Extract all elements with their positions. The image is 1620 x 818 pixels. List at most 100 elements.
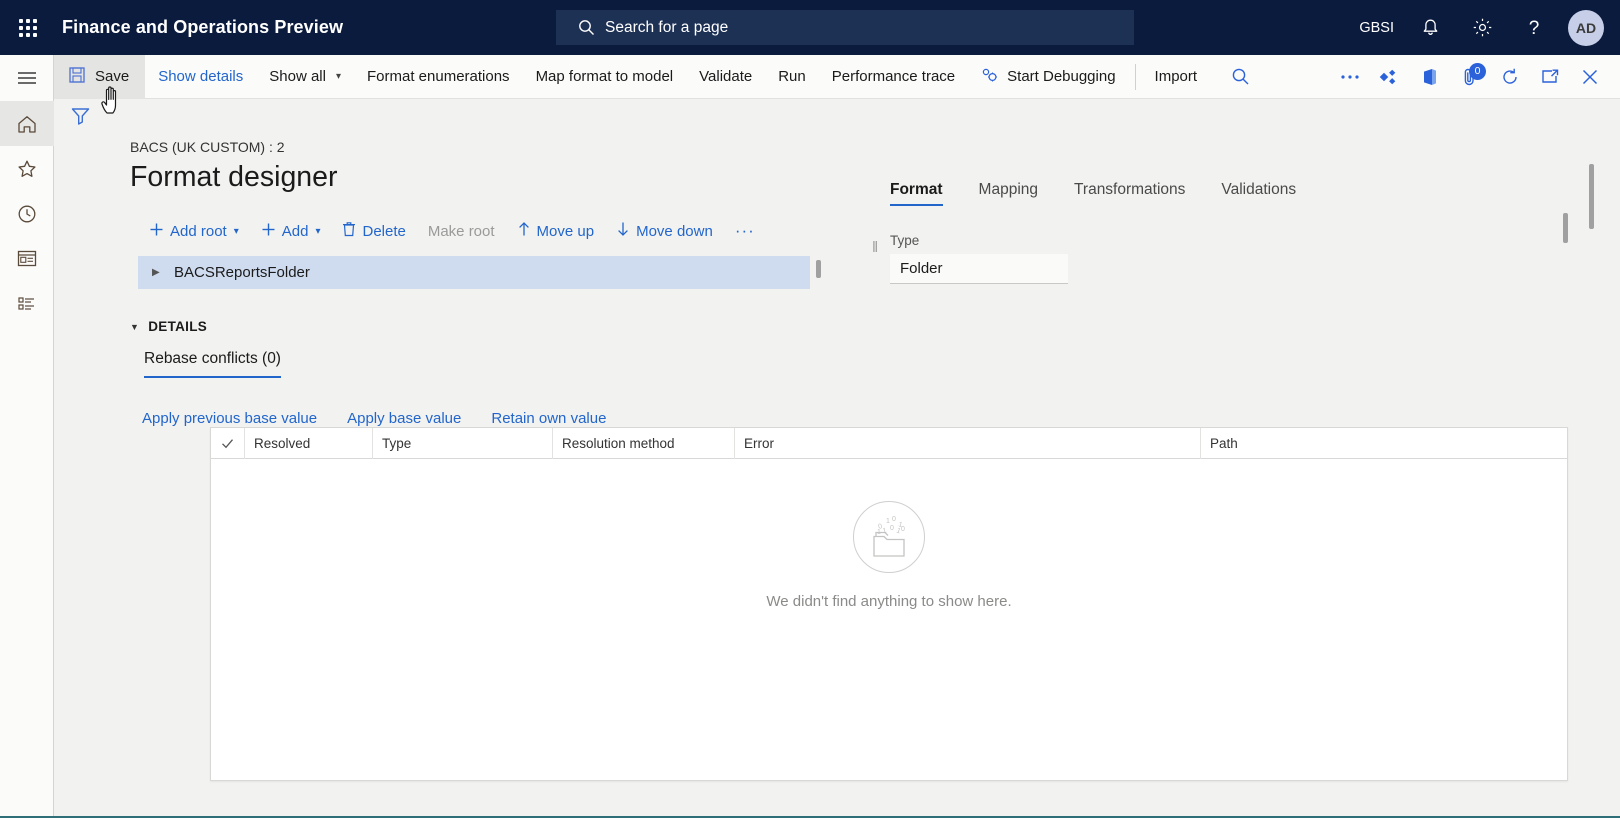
floppy-disk-icon [68, 66, 86, 88]
tab-transformations[interactable]: Transformations [1074, 181, 1199, 206]
command-bar: Save Show details Show all ▾ Format enum… [54, 54, 1620, 99]
filter-icon[interactable] [70, 106, 91, 130]
apply-base-value-link[interactable]: Apply base value [347, 410, 461, 427]
apply-previous-base-value-link[interactable]: Apply previous base value [142, 410, 317, 427]
move-down-button[interactable]: Move down [605, 216, 724, 246]
app-launcher-icon[interactable] [0, 0, 56, 55]
column-header-resolution-method[interactable]: Resolution method [553, 428, 735, 459]
performance-trace-button[interactable]: Performance trace [819, 55, 968, 99]
attachment-icon[interactable]: 0 [1450, 55, 1490, 99]
empty-folder-icon: 0 1 0 1 1 0 1 0 1 [853, 501, 925, 573]
page-content: BACS (UK CUSTOM) : 2 Format designer Add… [54, 99, 1620, 818]
add-button[interactable]: Add ▾ [250, 216, 332, 246]
bell-icon[interactable] [1404, 0, 1456, 55]
question-mark-icon[interactable]: ? [1508, 0, 1560, 55]
save-button[interactable]: Save [54, 54, 146, 99]
svg-text:1: 1 [882, 527, 887, 535]
show-all-label: Show all [269, 68, 326, 85]
designer-overflow-button[interactable]: ··· [724, 216, 766, 246]
rebase-conflicts-grid: Resolved Type Resolution method Error Pa… [210, 427, 1568, 781]
svg-text:1: 1 [886, 518, 890, 525]
gear-icon[interactable] [1456, 0, 1508, 55]
make-root-button[interactable]: Make root [417, 216, 506, 246]
sidebar-item-recent[interactable] [0, 191, 54, 236]
tab-format[interactable]: Format [890, 181, 957, 206]
app-title: Finance and Operations Preview [62, 17, 344, 37]
sidebar-item-home[interactable] [0, 101, 54, 146]
details-section-header[interactable]: ▼ DETAILS [130, 319, 1620, 334]
close-icon[interactable] [1570, 55, 1610, 99]
add-label: Add [281, 222, 309, 240]
column-header-type[interactable]: Type [373, 428, 553, 459]
top-bar-right-group: GBSI ? AD [1349, 0, 1620, 55]
svg-text:0: 0 [892, 516, 896, 523]
run-button[interactable]: Run [765, 55, 819, 99]
tab-mapping[interactable]: Mapping [979, 181, 1052, 206]
pane-splitter-handle[interactable]: ‖ [872, 239, 878, 256]
validate-button[interactable]: Validate [686, 55, 765, 99]
empty-state-message: We didn't find anything to show here. [766, 593, 1012, 610]
properties-tablist: Format Mapping Transformations Validatio… [890, 181, 1590, 206]
refresh-icon[interactable] [1490, 55, 1530, 99]
grid-header-row: Resolved Type Resolution method Error Pa… [211, 428, 1567, 459]
plus-icon [261, 222, 276, 241]
import-button[interactable]: Import [1142, 55, 1211, 99]
sidebar-item-modules[interactable] [0, 281, 54, 326]
details-section-title: DETAILS [148, 319, 208, 334]
chevron-down-icon: ▾ [233, 225, 239, 237]
left-navigation-rail [0, 55, 54, 818]
svg-text:?: ? [1529, 18, 1540, 39]
format-tree: ▶ BACSReportsFolder [138, 256, 821, 289]
office-app-icon[interactable] [1410, 55, 1450, 99]
column-header-path[interactable]: Path [1201, 428, 1567, 459]
column-header-resolved[interactable]: Resolved [245, 428, 373, 459]
chevron-right-icon[interactable]: ▶ [152, 267, 174, 278]
format-enumerations-button[interactable]: Format enumerations [354, 55, 523, 99]
share-icon[interactable] [1370, 55, 1410, 99]
move-up-label: Move up [536, 222, 595, 240]
move-down-label: Move down [636, 222, 713, 240]
retain-own-value-link[interactable]: Retain own value [491, 410, 606, 427]
svg-text:1: 1 [877, 529, 881, 536]
show-all-button[interactable]: Show all ▾ [256, 55, 354, 99]
sidebar-item-favorites[interactable] [0, 146, 54, 191]
start-debugging-button[interactable]: Start Debugging [968, 55, 1128, 99]
hamburger-icon[interactable] [0, 55, 54, 101]
add-root-button[interactable]: Add root ▾ [138, 216, 250, 246]
grid-empty-state: 0 1 0 1 1 0 1 0 1 We didn't find anythin… [211, 459, 1567, 779]
svg-text:0: 0 [890, 525, 894, 532]
ellipsis-icon[interactable] [1330, 55, 1370, 99]
type-field-label: Type [890, 233, 920, 248]
chevron-down-icon: ▾ [335, 71, 341, 82]
avatar[interactable]: AD [1568, 9, 1604, 46]
move-up-button[interactable]: Move up [506, 216, 606, 246]
tab-rebase-conflicts[interactable]: Rebase conflicts (0) [144, 350, 281, 378]
tab-validations[interactable]: Validations [1221, 181, 1310, 206]
global-search-placeholder: Search for a page [605, 18, 729, 36]
type-field[interactable] [890, 254, 1068, 284]
delete-button[interactable]: Delete [331, 216, 416, 246]
add-root-label: Add root [170, 222, 227, 240]
arrow-down-icon [616, 221, 630, 241]
svg-text:0: 0 [901, 526, 905, 533]
filter-row [54, 99, 1620, 137]
inner-scrollbar-thumb[interactable] [1563, 213, 1568, 243]
global-search-box[interactable]: Search for a page [556, 10, 1134, 45]
column-header-select-all[interactable] [211, 428, 245, 459]
open-in-new-window-icon[interactable] [1530, 55, 1570, 99]
map-format-to-model-button[interactable]: Map format to model [523, 55, 687, 99]
details-tablist: Rebase conflicts (0) [144, 350, 1620, 378]
breadcrumb: BACS (UK CUSTOM) : 2 [130, 139, 285, 155]
company-selector[interactable]: GBSI [1349, 0, 1404, 55]
chevron-down-icon: ▾ [315, 225, 321, 237]
top-navigation-bar: Finance and Operations Preview Search fo… [0, 0, 1620, 55]
tree-scrollbar-thumb[interactable] [816, 260, 821, 278]
tree-node-label: BACSReportsFolder [174, 264, 310, 281]
show-details-button[interactable]: Show details [145, 55, 256, 99]
page-scrollbar-thumb[interactable] [1589, 164, 1594, 229]
search-icon[interactable] [1220, 55, 1260, 99]
column-header-error[interactable]: Error [735, 428, 1201, 459]
tree-node-bacsreportsfolder[interactable]: ▶ BACSReportsFolder [138, 256, 810, 289]
sidebar-item-workspaces[interactable] [0, 236, 54, 281]
start-debugging-label: Start Debugging [1007, 68, 1116, 85]
